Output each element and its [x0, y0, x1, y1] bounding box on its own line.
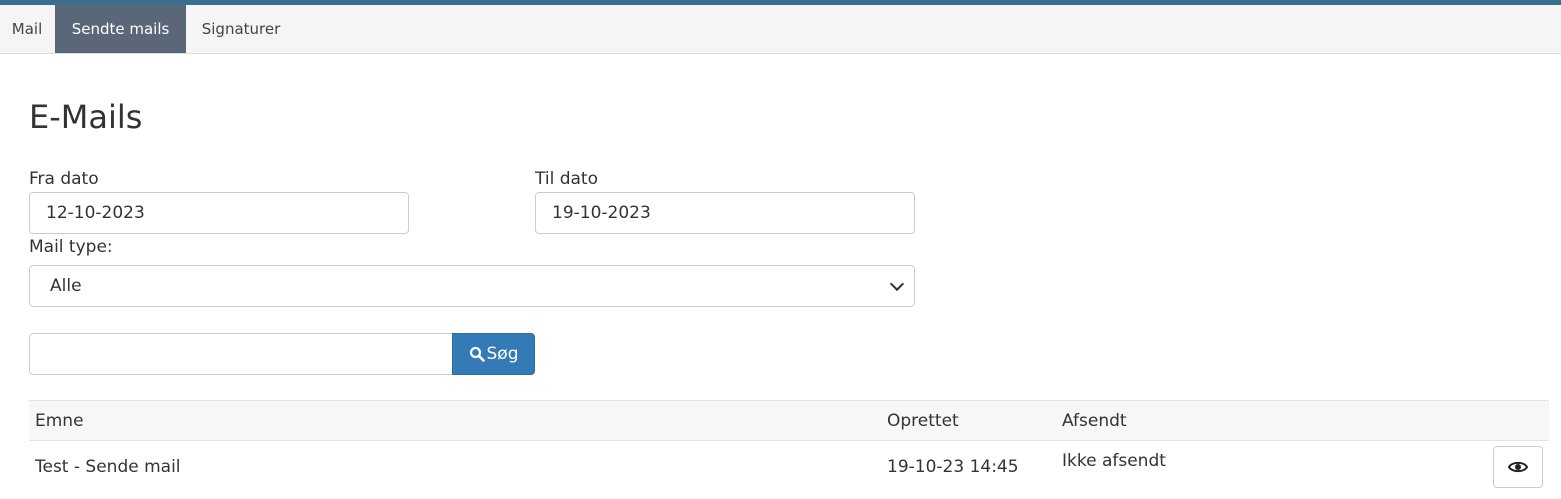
tab-sendte-mails[interactable]: Sendte mails [55, 5, 186, 53]
cell-subject: Test - Sende mail [35, 457, 181, 477]
tab-bar: Mail Sendte mails Signaturer [0, 5, 1561, 54]
table-header: Emne Oprettet Afsendt [29, 400, 1549, 441]
column-header-emne[interactable]: Emne [35, 411, 84, 431]
tab-signaturer[interactable]: Signaturer [186, 5, 296, 53]
search-icon [469, 346, 485, 362]
from-date-input[interactable] [29, 192, 409, 234]
tab-mail[interactable]: Mail [0, 5, 54, 53]
mail-type-label: Mail type: [29, 237, 113, 257]
table-row: Test - Sende mail 19-10-23 14:45 Ikke af… [29, 440, 1549, 499]
eye-icon [1508, 461, 1528, 473]
page-title: E-Mails [29, 98, 143, 136]
mail-type-select[interactable]: Alle [29, 265, 915, 307]
to-date-input[interactable] [535, 192, 915, 234]
cell-created: 19-10-23 14:45 [887, 457, 1019, 477]
search-input[interactable] [29, 333, 453, 375]
search-button-label: Søg [486, 344, 519, 364]
view-mail-button[interactable] [1493, 446, 1543, 488]
chevron-down-icon [889, 276, 905, 292]
mail-type-value: Alle [50, 276, 82, 296]
column-header-afsendt[interactable]: Afsendt [1062, 411, 1127, 431]
from-date-label: Fra dato [29, 169, 99, 189]
column-header-oprettet[interactable]: Oprettet [887, 411, 959, 431]
to-date-label: Til dato [535, 169, 598, 189]
search-button[interactable]: Søg [452, 333, 535, 375]
cell-sent-status: Ikke afsendt [1062, 451, 1166, 471]
